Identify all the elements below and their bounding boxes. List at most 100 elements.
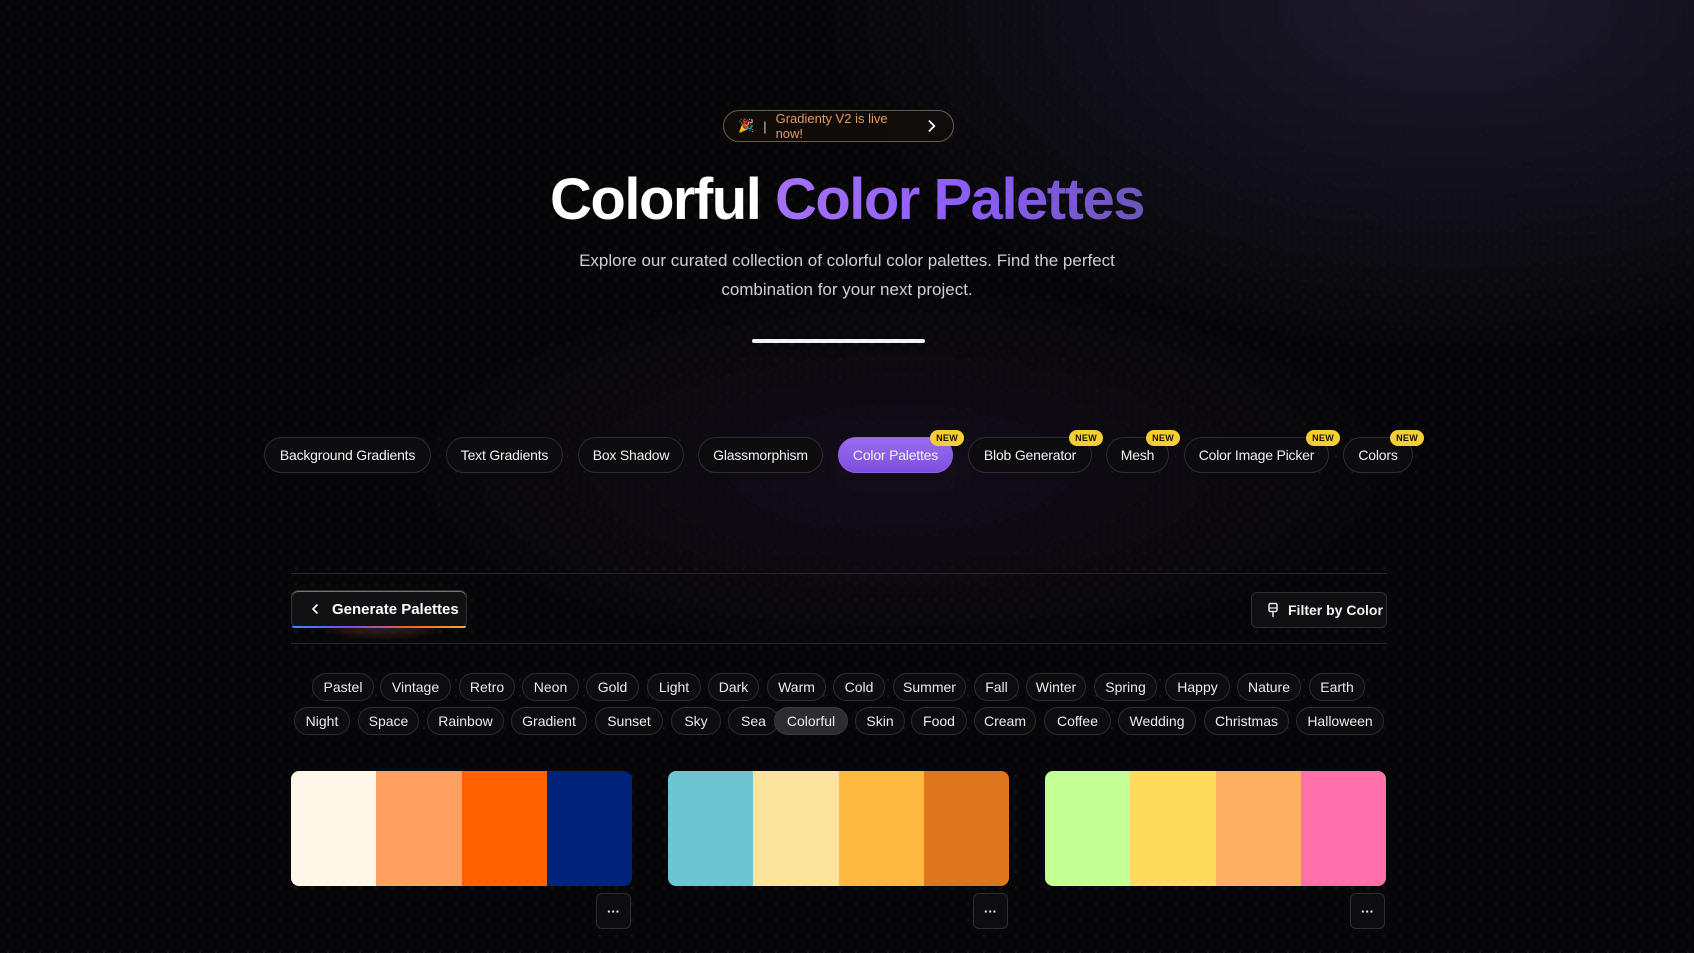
tag-label: Food xyxy=(923,713,955,729)
nav-label: Color Palettes xyxy=(852,447,939,463)
announcement-text: Gradienty V2 is live now! xyxy=(775,111,888,141)
nav-color-image-picker[interactable]: Color Image Picker NEW xyxy=(1184,430,1340,473)
announcement-separator: | xyxy=(763,118,767,134)
tag-label: Light xyxy=(658,679,690,695)
page-title: Colorful Color Palettes xyxy=(0,162,1694,238)
color-swatch[interactable] xyxy=(1215,771,1301,886)
tag-label: Pastel xyxy=(323,679,363,695)
color-swatch[interactable] xyxy=(923,771,1009,886)
tag-nature[interactable]: Nature xyxy=(1237,673,1301,701)
new-badge: NEW xyxy=(1069,430,1103,446)
title-accent: Color Palettes xyxy=(774,167,1146,232)
more-options-button[interactable]: ··· xyxy=(596,893,631,929)
new-badge: NEW xyxy=(930,430,964,446)
tag-label: Cold xyxy=(844,679,874,695)
color-swatch[interactable] xyxy=(753,771,839,886)
color-swatch[interactable] xyxy=(291,771,377,886)
nav-background-gradients[interactable]: Background Gradients xyxy=(264,437,431,473)
color-swatch[interactable] xyxy=(376,771,462,886)
tag-label: Skin xyxy=(866,713,894,729)
tag-gradient[interactable]: Gradient xyxy=(511,707,587,735)
tag-label: Colorful xyxy=(786,713,836,729)
color-swatch[interactable] xyxy=(838,771,924,886)
tag-label: Fall xyxy=(985,679,1008,695)
tag-label: Cream xyxy=(983,713,1026,729)
tag-label: Sea xyxy=(741,713,766,729)
color-swatch[interactable] xyxy=(1045,771,1131,886)
more-options-button[interactable]: ··· xyxy=(973,893,1008,929)
tag-sky[interactable]: Sky xyxy=(671,707,721,735)
tag-wedding[interactable]: Wedding xyxy=(1118,707,1196,735)
tag-sea[interactable]: Sea xyxy=(728,707,779,735)
toolbar-top-divider xyxy=(291,573,1387,574)
palette-card[interactable] xyxy=(668,771,1009,886)
tag-halloween[interactable]: Halloween xyxy=(1296,707,1384,735)
nav-label: Text Gradients xyxy=(460,447,549,463)
nav-label: Mesh xyxy=(1120,447,1155,463)
tag-food[interactable]: Food xyxy=(911,707,967,735)
tag-winter[interactable]: Winter xyxy=(1026,673,1086,701)
tag-gold[interactable]: Gold xyxy=(586,673,639,701)
ellipsis-icon: ··· xyxy=(984,903,997,919)
tag-sunset[interactable]: Sunset xyxy=(595,707,663,735)
divider-bar xyxy=(752,339,925,343)
tag-label: Space xyxy=(368,713,409,729)
color-swatch[interactable] xyxy=(1130,771,1216,886)
nav-glassmorphism[interactable]: Glassmorphism xyxy=(698,437,823,473)
generate-label: Generate Palettes xyxy=(332,600,459,618)
tag-spring[interactable]: Spring xyxy=(1094,673,1157,701)
tag-neon[interactable]: Neon xyxy=(522,673,579,701)
tag-skin[interactable]: Skin xyxy=(855,707,905,735)
nav-label: Blob Generator xyxy=(983,447,1077,463)
filter-by-color-button[interactable]: Filter by Color xyxy=(1251,592,1387,628)
tag-rainbow[interactable]: Rainbow xyxy=(427,707,504,735)
tag-label: Rainbow xyxy=(438,713,493,729)
tag-dark[interactable]: Dark xyxy=(708,673,759,701)
tag-space[interactable]: Space xyxy=(358,707,419,735)
more-options-button[interactable]: ··· xyxy=(1350,893,1385,929)
tag-label: Spring xyxy=(1105,679,1146,695)
tag-label: Retro xyxy=(469,679,505,695)
tag-retro[interactable]: Retro xyxy=(459,673,515,701)
party-icon: 🎉 xyxy=(738,118,755,133)
nav-color-palettes[interactable]: Color Palettes NEW xyxy=(838,430,964,473)
tag-label: Sky xyxy=(684,713,708,729)
color-swatch[interactable] xyxy=(668,771,754,886)
tag-warm[interactable]: Warm xyxy=(767,673,826,701)
nav-mesh[interactable]: Mesh NEW xyxy=(1106,430,1180,473)
tag-happy[interactable]: Happy xyxy=(1165,673,1230,701)
new-badge: NEW xyxy=(1146,430,1180,446)
nav-box-shadow[interactable]: Box Shadow xyxy=(578,437,684,473)
announcement-pill[interactable]: 🎉 | Gradienty V2 is live now! xyxy=(723,110,954,142)
palette-card[interactable] xyxy=(291,771,632,886)
tag-cream[interactable]: Cream xyxy=(974,707,1036,735)
nav-colors[interactable]: Colors NEW xyxy=(1343,430,1424,473)
palette-card[interactable] xyxy=(1045,771,1386,886)
color-swatch[interactable] xyxy=(1300,771,1386,886)
tag-vintage[interactable]: Vintage xyxy=(380,673,451,701)
tag-label: Warm xyxy=(778,679,815,695)
tag-label: Vintage xyxy=(391,679,440,695)
tag-label: Winter xyxy=(1035,679,1077,695)
tag-label: Gold xyxy=(597,679,628,695)
tag-christmas[interactable]: Christmas xyxy=(1204,707,1289,735)
tag-earth[interactable]: Earth xyxy=(1309,673,1365,701)
nav-label: Box Shadow xyxy=(592,447,670,463)
tag-cold[interactable]: Cold xyxy=(833,673,885,701)
tag-pastel[interactable]: Pastel xyxy=(312,673,374,701)
tag-fall[interactable]: Fall xyxy=(974,673,1019,701)
tag-label: Night xyxy=(305,713,339,729)
tag-summer[interactable]: Summer xyxy=(893,673,966,701)
toolbar-bottom-divider xyxy=(291,643,1387,644)
tag-coffee[interactable]: Coffee xyxy=(1044,707,1111,735)
color-swatch[interactable] xyxy=(546,771,632,886)
color-swatch[interactable] xyxy=(461,771,547,886)
tool-nav: Background Gradients Text Gradients Box … xyxy=(0,430,1694,473)
tag-light[interactable]: Light xyxy=(647,673,701,701)
ellipsis-icon: ··· xyxy=(607,903,620,919)
tag-night[interactable]: Night xyxy=(294,707,350,735)
generate-palettes-button[interactable]: Generate Palettes xyxy=(291,590,467,628)
nav-text-gradients[interactable]: Text Gradients xyxy=(446,437,563,473)
nav-blob-generator[interactable]: Blob Generator NEW xyxy=(968,430,1103,473)
tag-colorful[interactable]: Colorful xyxy=(774,707,848,735)
